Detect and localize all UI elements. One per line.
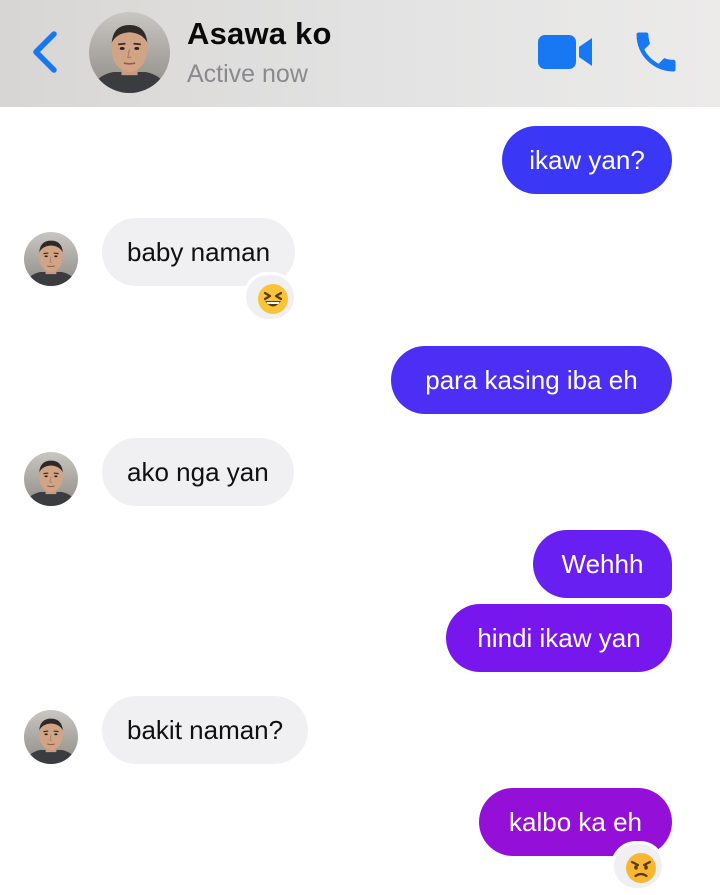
grinning-squinting-face-icon <box>258 284 288 314</box>
chevron-left-icon <box>33 31 57 73</box>
contact-name[interactable]: Asawa ko <box>187 16 332 52</box>
phone-icon <box>636 32 676 72</box>
message-bubble-incoming[interactable]: ako nga yan <box>102 438 294 506</box>
message-bubble-outgoing[interactable]: hindi ikaw yan <box>446 604 672 672</box>
contact-status: Active now <box>187 60 308 88</box>
message-bubble-incoming[interactable]: bakit naman? <box>102 696 309 764</box>
message-reaction[interactable] <box>611 841 665 891</box>
back-button[interactable] <box>26 28 66 76</box>
contact-avatar[interactable] <box>89 12 170 93</box>
sender-avatar[interactable] <box>24 452 78 506</box>
message-bubble-outgoing[interactable]: para kasing iba eh <box>391 346 672 414</box>
message-bubble-outgoing[interactable]: ikaw yan? <box>502 126 672 194</box>
message-reaction[interactable] <box>243 272 297 322</box>
message-bubble-outgoing[interactable]: Wehhh <box>533 530 672 598</box>
video-camera-icon <box>538 35 592 69</box>
chat-header: Asawa ko Active now <box>0 0 720 107</box>
video-call-button[interactable] <box>536 31 594 73</box>
sender-avatar[interactable] <box>24 710 78 764</box>
sender-avatar[interactable] <box>24 232 78 286</box>
voice-call-button[interactable] <box>630 26 682 78</box>
angry-face-icon <box>626 853 656 883</box>
